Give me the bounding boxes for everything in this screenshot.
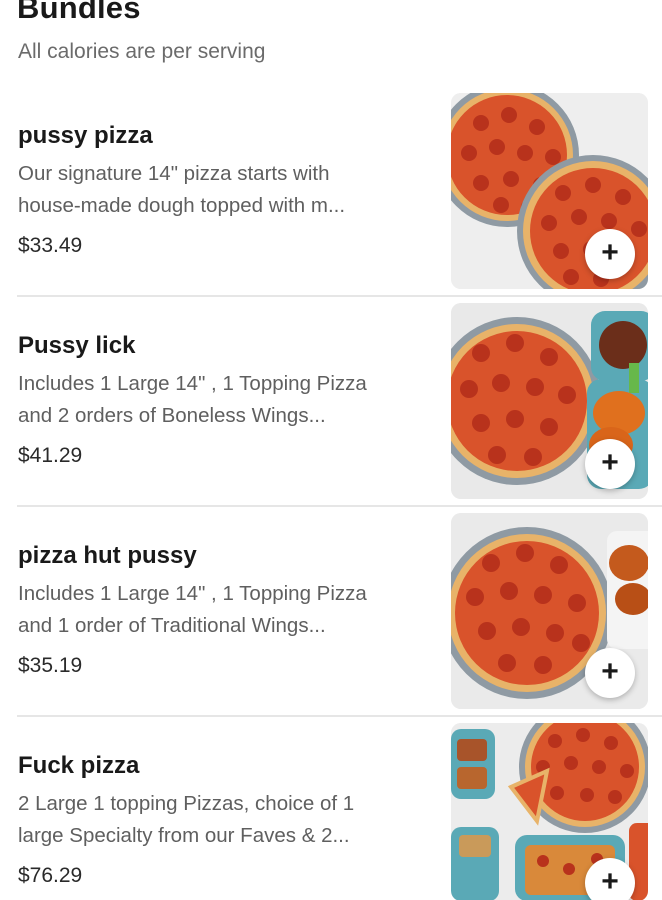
add-to-cart-button[interactable]: + <box>585 439 635 489</box>
menu-item[interactable]: pussy pizza Our signature 14" pizza star… <box>0 92 662 302</box>
add-to-cart-button[interactable]: + <box>585 858 635 900</box>
plus-icon: + <box>601 446 619 479</box>
divider <box>17 295 662 297</box>
menu-item-price: $35.19 <box>18 654 83 677</box>
add-to-cart-button[interactable]: + <box>585 229 635 279</box>
menu-item-price: $41.29 <box>18 444 83 467</box>
section-subtitle: All calories are per serving <box>18 40 266 63</box>
menu-item-description: Our signature 14" pizza starts with hous… <box>18 162 346 217</box>
menu-item-description: Includes 1 Large 14" , 1 Topping Pizza a… <box>18 582 367 637</box>
divider <box>17 715 662 717</box>
menu-item[interactable]: Fuck pizza 2 Large 1 topping Pizzas, cho… <box>0 722 662 900</box>
menu-item[interactable]: Pussy lick Includes 1 Large 14" , 1 Topp… <box>0 302 662 512</box>
add-to-cart-button[interactable]: + <box>585 648 635 698</box>
menu-item-price: $33.49 <box>18 234 83 257</box>
menu-item-name: pussy pizza <box>18 122 153 149</box>
menu-item-name: pizza hut pussy <box>18 542 197 569</box>
menu-item-name: Fuck pizza <box>18 752 140 779</box>
menu-item-description: Includes 1 Large 14" , 1 Topping Pizza a… <box>18 372 367 427</box>
menu-item-price: $76.29 <box>18 864 83 887</box>
plus-icon: + <box>601 865 619 898</box>
menu-item-description: 2 Large 1 topping Pizzas, choice of 1 la… <box>18 792 355 847</box>
bundles-menu-page: Bundles All calories are per serving pus… <box>0 0 662 900</box>
plus-icon: + <box>601 236 619 269</box>
section-title: Bundles <box>17 0 141 25</box>
menu-item-name: Pussy lick <box>18 332 136 359</box>
plus-icon: + <box>601 655 619 688</box>
divider <box>17 505 662 507</box>
menu-item[interactable]: pizza hut pussy Includes 1 Large 14" , 1… <box>0 512 662 722</box>
